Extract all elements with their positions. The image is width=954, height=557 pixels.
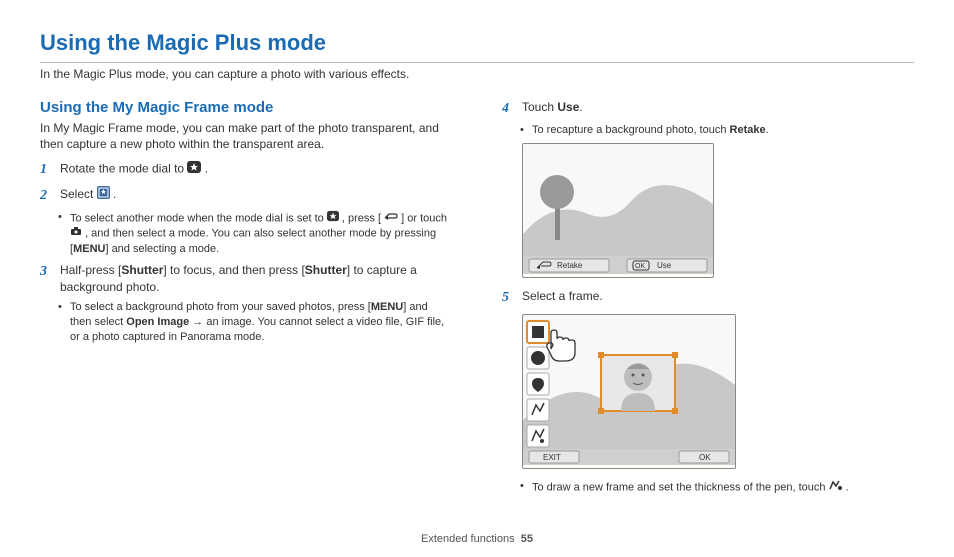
section-intro: In My Magic Frame mode, you can make par… <box>40 120 452 152</box>
step-5-bullet: • To draw a new frame and set the thickn… <box>520 479 914 496</box>
footer-section: Extended functions <box>421 533 515 545</box>
step-number: 1 <box>40 160 52 180</box>
mode-dial-star-icon <box>187 160 201 179</box>
s2b-c: ] or touch <box>401 212 447 224</box>
s3-a: Half-press [ <box>60 263 121 277</box>
right-column: 4 Touch Use. • To recapture a background… <box>502 93 914 498</box>
step-number: 3 <box>40 262 52 296</box>
s5b-a: To draw a new frame and set the thicknes… <box>532 481 829 493</box>
s4-b: . <box>579 100 582 114</box>
step-1: 1 Rotate the mode dial to . <box>40 160 452 180</box>
mode-dial-star-icon <box>327 210 339 227</box>
s2b-b: , press [ <box>342 212 381 224</box>
s5-text: Select a frame. <box>522 288 914 308</box>
preview-screenshot-1: Retake OK Use <box>522 143 714 278</box>
s2b-e: ] and selecting a mode. <box>105 243 219 255</box>
step-3-bullet: • To select a background photo from your… <box>58 300 452 345</box>
svg-text:EXIT: EXIT <box>543 453 561 462</box>
home-camera-icon <box>70 226 82 241</box>
step-number: 2 <box>40 186 52 206</box>
shutter-label: Shutter <box>305 263 347 277</box>
back-arrow-icon <box>384 211 398 226</box>
step-number: 4 <box>502 99 514 119</box>
preview-screenshot-2: EXIT OK <box>522 314 736 469</box>
s4b-b: . <box>766 124 769 136</box>
s4b-a: To recapture a background photo, touch <box>532 124 730 136</box>
use-label: Use <box>557 100 579 114</box>
s2b-a: To select another mode when the mode dia… <box>70 212 327 224</box>
step1-text-pre: Rotate the mode dial to <box>60 162 187 176</box>
step2-text-post: . <box>113 187 116 201</box>
menu-label: MENU <box>371 301 403 313</box>
title-rule <box>40 62 914 63</box>
menu-label: MENU <box>73 243 105 255</box>
step1-text-post: . <box>205 162 208 176</box>
step-2: 2 Select . <box>40 186 452 206</box>
left-column: Using the My Magic Frame mode In My Magi… <box>40 93 452 498</box>
step-number: 5 <box>502 288 514 308</box>
s3-b: ] to focus, and then press [ <box>163 263 304 277</box>
magic-frame-icon <box>97 186 110 204</box>
footer-page-number: 55 <box>521 533 533 545</box>
step-5: 5 Select a frame. <box>502 288 914 308</box>
step2-text-pre: Select <box>60 187 97 201</box>
draw-pen-icon <box>829 479 843 496</box>
shutter-label: Shutter <box>121 263 163 277</box>
s4-a: Touch <box>522 100 557 114</box>
intro-text: In the Magic Plus mode, you can capture … <box>40 67 914 81</box>
open-image-label: Open Image <box>126 316 189 328</box>
step-4-bullet: • To recapture a background photo, touch… <box>520 123 914 138</box>
page-footer: Extended functions 55 <box>0 533 954 545</box>
step-3: 3 Half-press [Shutter] to focus, and the… <box>40 262 452 296</box>
retake-label: Retake <box>730 124 766 136</box>
svg-text:Retake: Retake <box>557 261 583 270</box>
svg-text:OK: OK <box>699 453 711 462</box>
svg-text:Use: Use <box>657 261 672 270</box>
step-4: 4 Touch Use. <box>502 99 914 119</box>
s5b-b: . <box>846 481 849 493</box>
svg-text:OK: OK <box>635 263 645 270</box>
section-title: Using the My Magic Frame mode <box>40 99 452 116</box>
step-2-bullet: • To select another mode when the mode d… <box>58 210 452 257</box>
page-title: Using the Magic Plus mode <box>40 30 914 56</box>
s3b-a: To select a background photo from your s… <box>70 301 371 313</box>
